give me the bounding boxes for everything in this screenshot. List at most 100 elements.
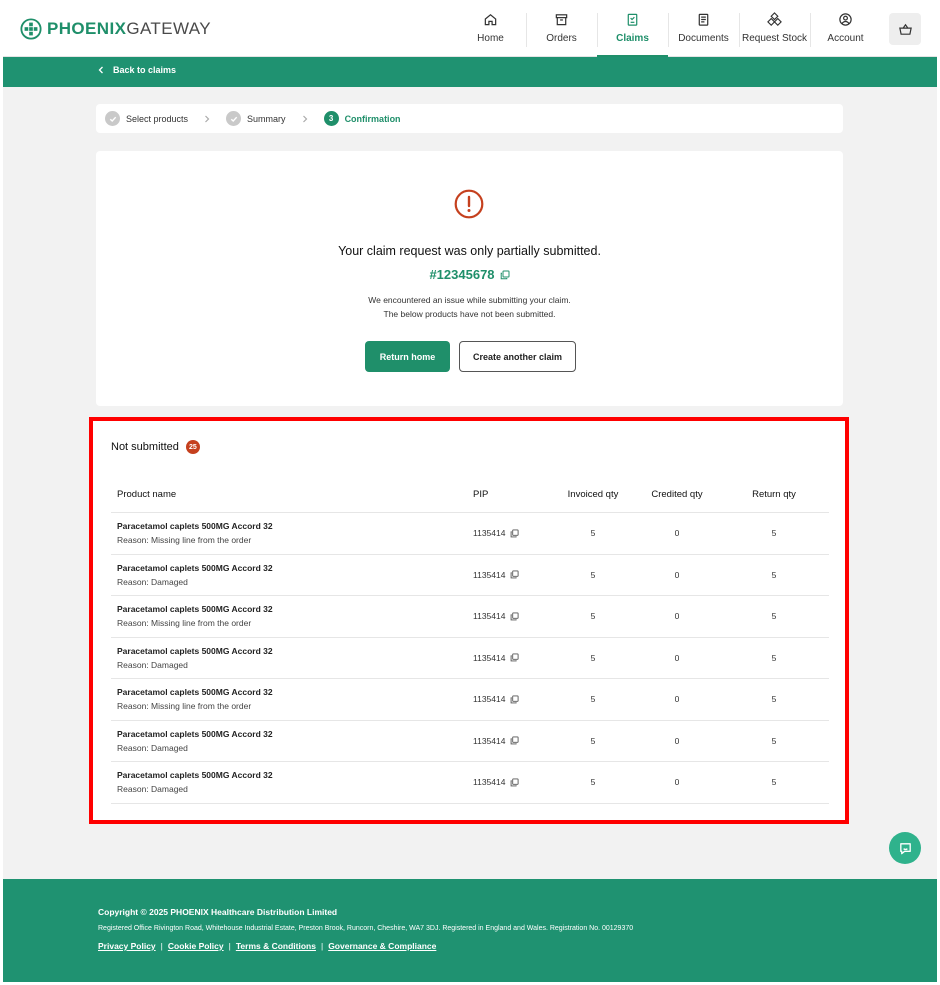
invoiced-qty: 5 [590, 777, 596, 788]
product-name: Paracetamol caplets 500MG Accord 32 [117, 521, 273, 532]
pip-cell: 1135414 [473, 653, 551, 663]
product-cell: Paracetamol caplets 500MG Accord 32 Reaso… [111, 604, 473, 628]
product-cell: Paracetamol caplets 500MG Accord 32 Reaso… [111, 770, 473, 794]
copy-icon[interactable] [510, 736, 520, 745]
chevron-right-icon [205, 115, 210, 122]
invoiced-qty: 5 [590, 652, 596, 663]
not-submitted-title: Not submitted [111, 441, 179, 453]
table-row: Paracetamol caplets 500MG Accord 32 Reaso… [111, 721, 829, 762]
copy-icon[interactable] [510, 529, 520, 538]
boxes-icon [767, 12, 782, 26]
chat-bubble-icon [899, 842, 911, 854]
step-select-products-label: Select products [126, 113, 189, 124]
step-summary-label: Summary [247, 113, 286, 124]
pip-code: 1135414 [473, 735, 506, 746]
pip-cell: 1135414 [473, 611, 551, 621]
step-confirmation-label: Confirmation [344, 113, 401, 124]
pip-code: 1135414 [473, 652, 506, 663]
back-to-claims-link[interactable]: Back to claims [97, 65, 176, 75]
col-credited-qty: Credited qty [651, 489, 703, 500]
nav-request-stock-label: Request Stock [741, 33, 808, 44]
nav-request-stock[interactable]: Request Stock [739, 3, 810, 57]
product-name: Paracetamol caplets 500MG Accord 32 [117, 687, 273, 698]
col-return-qty: Return qty [752, 489, 796, 500]
invoiced-qty: 5 [590, 611, 596, 622]
return-qty: 5 [771, 611, 777, 622]
governance-compliance-link[interactable]: Governance & Compliance [328, 941, 436, 951]
step-done-circle [105, 111, 120, 126]
copy-icon[interactable] [510, 653, 520, 662]
col-pip: PIP [473, 489, 489, 500]
product-cell: Paracetamol caplets 500MG Accord 32 Reaso… [111, 729, 473, 753]
confirmation-title: Your claim request was only partially su… [338, 244, 601, 258]
pip-code: 1135414 [473, 528, 506, 539]
nav-orders[interactable]: Orders [526, 3, 597, 57]
product-reason: Reason: Damaged [117, 784, 188, 795]
document-icon [698, 13, 709, 26]
nav-home[interactable]: Home [455, 3, 526, 57]
product-cell: Paracetamol caplets 500MG Accord 32 Reaso… [111, 521, 473, 545]
chat-button[interactable] [889, 832, 921, 864]
table-row: Paracetamol caplets 500MG Accord 32 Reaso… [111, 762, 829, 804]
footer-address: Registered Office Rivington Road, Whiteh… [98, 925, 634, 932]
product-name: Paracetamol caplets 500MG Accord 32 [117, 770, 273, 781]
nav-account[interactable]: Account [810, 3, 881, 57]
exclamation-circle-icon [454, 189, 484, 219]
home-icon [484, 14, 497, 26]
pip-cell: 1135414 [473, 528, 551, 538]
product-reason: Reason: Damaged [117, 576, 188, 587]
credited-qty: 0 [674, 611, 680, 622]
product-reason: Reason: Missing line from the order [117, 701, 252, 712]
return-qty: 5 [771, 777, 777, 788]
copy-icon[interactable] [510, 695, 520, 704]
step-confirmation: 3 Confirmation [323, 111, 401, 126]
main-nav: Home Orders Claims Documents Request Sto… [455, 3, 881, 57]
pip-cell: 1135414 [473, 777, 551, 787]
chevron-left-icon [98, 66, 103, 74]
pip-code: 1135414 [473, 569, 506, 580]
nav-account-label: Account [827, 33, 864, 44]
brand-name: PHOENIXGATEWAY [47, 19, 211, 38]
not-submitted-heading: Not submitted 25 [111, 440, 200, 454]
nav-claims[interactable]: Claims [597, 3, 668, 57]
privacy-policy-link[interactable]: Privacy Policy [98, 941, 156, 951]
cookie-policy-link[interactable]: Cookie Policy [168, 941, 224, 951]
product-name: Paracetamol caplets 500MG Accord 32 [117, 562, 273, 573]
step-select-products: Select products [105, 111, 188, 126]
claim-number-row: #12345678 [96, 267, 843, 282]
copy-icon[interactable] [510, 570, 520, 579]
return-qty: 5 [771, 652, 777, 663]
invoiced-qty: 5 [590, 528, 596, 539]
credited-qty: 0 [674, 735, 680, 746]
product-reason: Reason: Damaged [117, 742, 188, 753]
create-another-claim-button[interactable]: Create another claim [459, 341, 576, 372]
phoenix-logo-icon [20, 18, 42, 40]
not-submitted-panel: Not submitted 25 Product name PIP Invoic… [89, 417, 849, 824]
check-icon [230, 116, 237, 122]
count-badge: 25 [185, 440, 200, 454]
nav-orders-label: Orders [546, 33, 577, 44]
basket-button[interactable] [889, 13, 921, 45]
product-reason: Reason: Damaged [117, 659, 188, 670]
user-circle-icon [839, 13, 852, 26]
return-home-button[interactable]: Return home [365, 341, 450, 372]
check-icon [109, 116, 116, 122]
product-name: Paracetamol caplets 500MG Accord 32 [117, 604, 273, 615]
return-qty: 5 [771, 569, 777, 580]
credited-qty: 0 [674, 694, 680, 705]
pip-code: 1135414 [473, 694, 506, 705]
table-body: Paracetamol caplets 500MG Accord 32 Reaso… [111, 513, 829, 804]
copy-icon[interactable] [500, 270, 510, 280]
pip-cell: 1135414 [473, 570, 551, 580]
nav-documents[interactable]: Documents [668, 3, 739, 57]
step-done-circle [226, 111, 242, 126]
return-qty: 5 [771, 528, 777, 539]
table-row: Paracetamol caplets 500MG Accord 32 Reaso… [111, 638, 829, 679]
terms-conditions-link[interactable]: Terms & Conditions [236, 941, 316, 951]
brand-logo[interactable]: PHOENIXGATEWAY [20, 17, 211, 41]
copy-icon[interactable] [510, 612, 520, 621]
confirmation-message-line-1: We encountered an issue while submitting… [368, 295, 571, 305]
col-product-name: Product name [117, 489, 177, 500]
copy-icon[interactable] [510, 778, 520, 787]
pip-cell: 1135414 [473, 736, 551, 746]
